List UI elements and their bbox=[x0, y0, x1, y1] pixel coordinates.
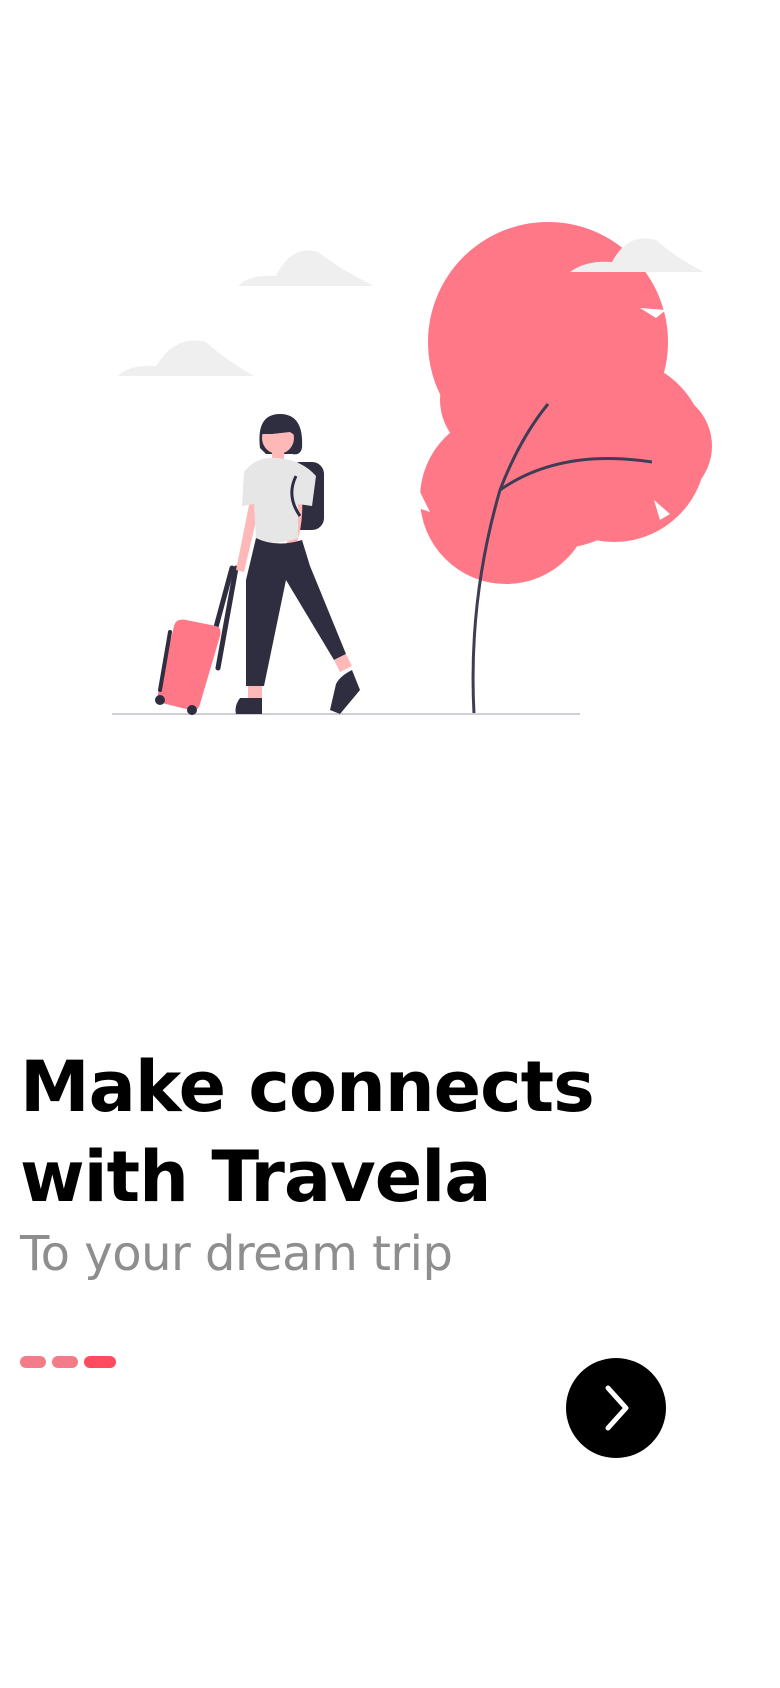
cloud-icon bbox=[238, 250, 374, 286]
cloud-icon bbox=[118, 340, 254, 376]
traveler-figure bbox=[155, 414, 360, 715]
tree-icon bbox=[418, 222, 712, 715]
next-button[interactable] bbox=[566, 1358, 666, 1458]
onboarding-subtitle: To your dream trip bbox=[20, 1226, 453, 1282]
page-indicator bbox=[20, 1356, 116, 1368]
headline-line-2: with Travela bbox=[20, 1136, 491, 1218]
page-indicator-dot[interactable] bbox=[20, 1356, 46, 1368]
page-indicator-dot[interactable] bbox=[52, 1356, 78, 1368]
onboarding-headline: Make connects with Travela bbox=[20, 1042, 760, 1222]
suitcase-icon bbox=[155, 619, 221, 715]
headline-line-1: Make connects bbox=[20, 1046, 595, 1128]
page-indicator-dot[interactable] bbox=[84, 1356, 116, 1368]
chevron-right-icon bbox=[605, 1385, 629, 1431]
traveler-illustration bbox=[112, 222, 712, 715]
